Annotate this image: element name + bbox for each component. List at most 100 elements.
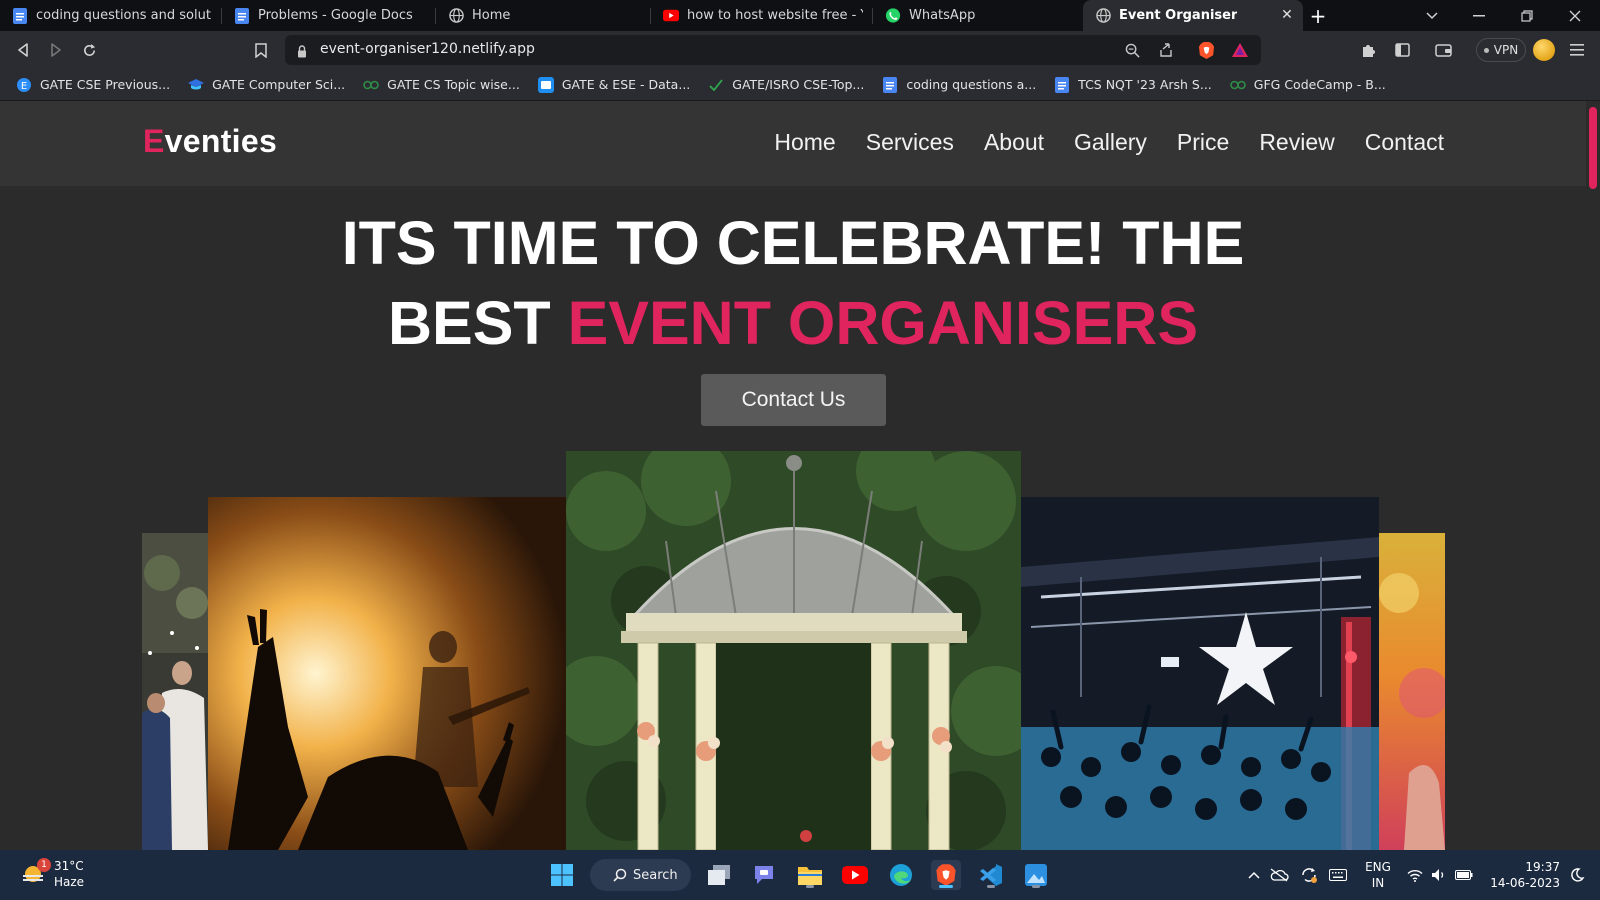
vpn-label: VPN <box>1493 43 1519 57</box>
weather-badge: 1 <box>37 858 51 872</box>
minimize-icon[interactable] <box>1456 0 1502 31</box>
nav-home[interactable]: Home <box>774 129 835 156</box>
weather-temp: 31°C <box>54 859 84 873</box>
logo-initial: E <box>143 123 165 159</box>
battery-icon[interactable] <box>1452 860 1476 890</box>
clock[interactable]: 19:37 14-06-2023 <box>1484 859 1560 891</box>
onedrive-offline-icon[interactable] <box>1268 860 1290 890</box>
youtube-app-icon[interactable] <box>840 860 870 890</box>
teams-chat-icon[interactable] <box>749 860 779 890</box>
google-docs-icon <box>1054 76 1070 93</box>
tab-whatsapp[interactable]: WhatsApp <box>873 0 1083 31</box>
close-window-icon[interactable] <box>1552 0 1598 31</box>
hero-line-1: ITS TIME TO CELEBRATE! THE <box>341 209 1245 277</box>
notifications-icon[interactable] <box>1566 860 1588 890</box>
clock-date: 14-06-2023 <box>1490 876 1560 890</box>
taskbar-search[interactable]: Search <box>590 859 691 891</box>
bookmark-item[interactable]: GATE Computer Sci... <box>188 77 345 93</box>
tab-coding-questions[interactable]: coding questions and solution - <box>0 0 222 31</box>
photos-app-icon[interactable] <box>1021 860 1051 890</box>
main-nav: Home Services About Gallery Price Review… <box>774 129 1444 156</box>
sync-icon[interactable] <box>1298 860 1320 890</box>
bookmark-item[interactable]: GATE CS Topic wise... <box>363 77 520 93</box>
brave-browser-icon[interactable] <box>931 860 961 890</box>
bookmark-item[interactable]: GATE & ESE - Data... <box>537 76 691 93</box>
bookmark-icon[interactable] <box>250 39 272 61</box>
edge-icon[interactable] <box>886 860 916 890</box>
bookmark-item[interactable]: GFG CodeCamp - B... <box>1229 77 1386 93</box>
reload-icon[interactable] <box>78 39 100 61</box>
tab-problems-docs[interactable]: Problems - Google Docs <box>222 0 436 31</box>
tab-event-organiser[interactable]: Event Organiser ✕ <box>1083 0 1303 31</box>
brave-rewards-icon[interactable] <box>1231 41 1249 59</box>
hero-line-2: BEST <box>387 289 568 357</box>
weather-desc: Haze <box>54 875 85 889</box>
hero-accent: EVENT ORGANISERS <box>567 289 1199 357</box>
bookmark-label: GATE/ISRO CSE-Top... <box>732 77 865 92</box>
profile-avatar[interactable] <box>1533 39 1555 61</box>
bookmark-label: GATE & ESE - Data... <box>561 77 691 92</box>
bookmark-label: TCS NQT '23 Arsh S... <box>1078 77 1212 92</box>
task-view-icon[interactable] <box>704 860 734 890</box>
running-indicator <box>987 885 995 888</box>
zoom-icon[interactable] <box>1123 41 1141 59</box>
volume-icon[interactable] <box>1428 860 1450 890</box>
bookmark-item[interactable]: E GATE CSE Previous... <box>16 77 170 93</box>
bookmark-label: GATE CSE Previous... <box>40 77 171 92</box>
bookmark-item[interactable]: GATE/ISRO CSE-Top... <box>708 77 864 93</box>
holi-colors-photo <box>1379 533 1445 850</box>
google-docs-icon <box>12 7 28 24</box>
nav-gallery[interactable]: Gallery <box>1074 129 1147 156</box>
sidebar-icon[interactable] <box>1391 39 1413 61</box>
bookmark-item[interactable]: coding questions a... <box>882 76 1037 93</box>
address-bar[interactable]: event-organiser120.netlify.app <box>285 35 1261 65</box>
contact-us-button[interactable]: Contact Us <box>701 374 886 426</box>
vpn-status-icon <box>1483 47 1489 53</box>
scrollbar-thumb[interactable] <box>1589 107 1597 189</box>
tab-youtube[interactable]: how to host website free - YouTu <box>651 0 873 31</box>
concert-crowd-photo <box>208 497 566 850</box>
site-logo[interactable]: Eventies <box>143 123 277 160</box>
close-tab-icon[interactable]: ✕ <box>1279 7 1295 23</box>
new-tab-button[interactable]: + <box>1303 0 1333 31</box>
nav-contact[interactable]: Contact <box>1365 129 1444 156</box>
back-icon[interactable] <box>12 39 34 61</box>
tab-home[interactable]: Home <box>436 0 651 31</box>
restore-icon[interactable] <box>1504 0 1550 31</box>
vpn-button[interactable]: VPN <box>1476 38 1526 62</box>
bookmark-label: GATE CS Topic wise... <box>387 77 520 92</box>
keyboard-icon[interactable] <box>1326 860 1350 890</box>
nav-price[interactable]: Price <box>1177 129 1229 156</box>
forward-icon[interactable] <box>45 39 67 61</box>
globe-icon <box>1095 8 1111 24</box>
search-label: Search <box>633 867 678 883</box>
share-icon[interactable] <box>1157 41 1175 59</box>
file-explorer-icon[interactable] <box>795 860 825 890</box>
running-indicator <box>806 885 814 888</box>
windows-start-icon[interactable] <box>547 860 577 890</box>
brave-shield-icon[interactable] <box>1197 41 1215 59</box>
language-indicator[interactable]: ENG IN <box>1362 859 1394 891</box>
browser-toolbar: event-organiser120.netlify.app VPN <box>0 31 1600 69</box>
nav-review[interactable]: Review <box>1259 129 1334 156</box>
nav-about[interactable]: About <box>984 129 1044 156</box>
doc-icon <box>537 76 554 93</box>
tab-strip: coding questions and solution - Problems… <box>0 0 1600 31</box>
vscode-icon[interactable] <box>976 860 1006 890</box>
extensions-icon[interactable] <box>1358 39 1380 61</box>
windows-taskbar: 1 31°C Haze Search ENG IN 19:37 14-06-20… <box>0 850 1600 900</box>
page-scrollbar[interactable] <box>1586 101 1600 850</box>
nav-services[interactable]: Services <box>866 129 954 156</box>
bookmark-item[interactable]: TCS NQT '23 Arsh S... <box>1054 76 1212 93</box>
bookmark-label: coding questions a... <box>906 77 1037 92</box>
web-page: Eventies Home Services About Gallery Pri… <box>0 101 1586 850</box>
tab-search-icon[interactable] <box>1409 0 1455 31</box>
wifi-icon[interactable] <box>1404 860 1426 890</box>
menu-icon[interactable] <box>1566 39 1588 61</box>
check-icon <box>708 77 724 93</box>
weather-widget[interactable]: 1 31°C Haze <box>20 858 84 890</box>
gfg-icon <box>1229 77 1246 93</box>
wallet-icon[interactable] <box>1432 39 1454 61</box>
globe-icon <box>448 8 464 24</box>
show-hidden-icons[interactable] <box>1244 860 1264 890</box>
